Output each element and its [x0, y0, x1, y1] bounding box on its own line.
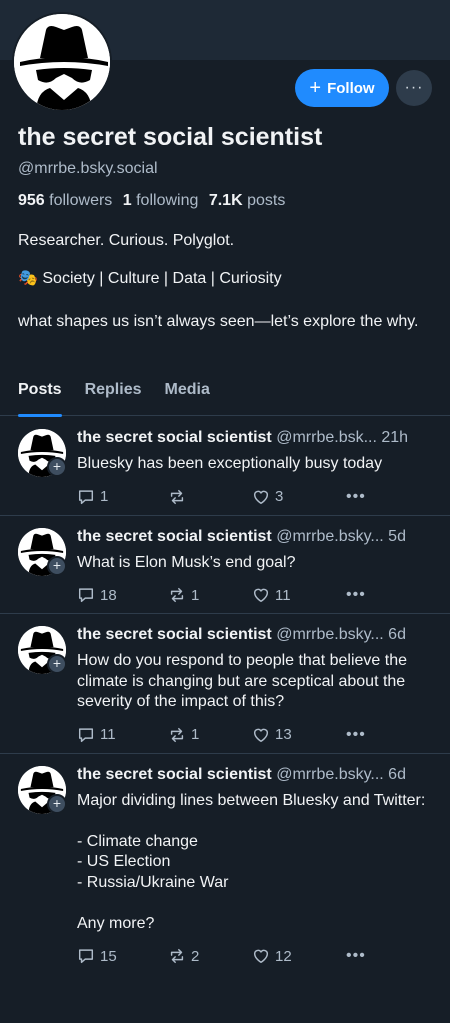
- bio-line: what shapes us isn’t always seen—let’s e…: [18, 313, 419, 330]
- post-text: Bluesky has been exceptionally busy toda…: [77, 455, 383, 472]
- repost-button[interactable]: [168, 488, 252, 506]
- ellipsis-icon: ···: [404, 79, 424, 96]
- followers-label: followers: [49, 192, 113, 209]
- post-handle-time: @mrrbe.bsky... 6d: [276, 765, 406, 783]
- post-handle-time: @mrrbe.bsky... 5d: [276, 527, 406, 545]
- post-more-icon[interactable]: •••: [346, 947, 366, 965]
- post-more-icon[interactable]: •••: [346, 488, 366, 506]
- follow-plus-icon[interactable]: +: [47, 457, 67, 477]
- heart-icon: [253, 728, 269, 742]
- reply-icon: [78, 588, 94, 603]
- post-handle-time: @mrrbe.bsky... 6d: [276, 626, 406, 643]
- reply-icon: [78, 727, 94, 742]
- follow-plus-icon[interactable]: +: [47, 793, 67, 814]
- post-actions: 1 3 •••: [77, 479, 436, 515]
- tab-media[interactable]: Media: [165, 372, 210, 416]
- like-count: 3: [275, 488, 284, 505]
- reply-count: 1: [100, 488, 109, 505]
- post-header: the secret social scientist @mrrbe.bsk..…: [77, 429, 436, 451]
- like-count: 11: [275, 586, 291, 604]
- like-button[interactable]: 12: [252, 947, 346, 965]
- post-item[interactable]: + the secret social scientist @mrrbe.bsk…: [0, 614, 450, 754]
- posts-count: 7.1K: [208, 192, 243, 209]
- heart-icon: [253, 588, 269, 603]
- posts-stat: 7.1K posts: [209, 192, 286, 209]
- reply-button[interactable]: 1: [77, 488, 168, 506]
- followers-count: 956: [18, 192, 45, 209]
- repost-icon: [170, 587, 184, 603]
- profile-display-name: the secret social scientist: [18, 123, 323, 151]
- bio-line: Researcher. Curious. Polyglot.: [18, 232, 235, 249]
- reply-count: 11: [100, 726, 116, 743]
- post-text: What is Elon Musk’s end goal?: [77, 553, 296, 571]
- post-actions: 15 2 12 •••: [77, 938, 436, 974]
- followers-link[interactable]: 956 followers: [18, 192, 112, 209]
- post-header: the secret social scientist @mrrbe.bsky.…: [77, 626, 436, 648]
- like-count: 13: [275, 726, 292, 743]
- repost-button[interactable]: 1: [168, 586, 252, 604]
- follow-plus-icon[interactable]: +: [47, 555, 67, 576]
- follow-button[interactable]: + Follow: [295, 69, 389, 107]
- following-count: 1: [122, 192, 132, 209]
- post-item[interactable]: + the secret social scientist @mrrbe.bsk…: [0, 516, 450, 614]
- following-label: following: [136, 192, 199, 209]
- bio-line: 🎭 Society | Culture | Data | Curiosity: [18, 270, 282, 287]
- heart-icon: [253, 490, 269, 504]
- repost-count: 1: [191, 586, 200, 604]
- reply-icon: [78, 949, 94, 964]
- like-count: 12: [275, 947, 292, 965]
- post-more-icon[interactable]: •••: [346, 726, 366, 744]
- like-button[interactable]: 3: [252, 488, 346, 506]
- post-actions: 18 1 11 •••: [77, 577, 436, 613]
- posts-label: posts: [247, 192, 286, 209]
- post-author[interactable]: the secret social scientist: [77, 528, 272, 545]
- profile-stats: 956 followers 1 following 7.1K posts: [18, 192, 285, 210]
- post-header: the secret social scientist @mrrbe.bsky.…: [77, 528, 436, 550]
- post-more-icon[interactable]: •••: [346, 586, 366, 604]
- like-button[interactable]: 11: [252, 586, 346, 604]
- repost-count: 1: [191, 726, 200, 743]
- profile-tabs: Posts Replies Media: [0, 372, 450, 417]
- reply-button[interactable]: 11: [77, 726, 168, 744]
- post-text: Major dividing lines between Bluesky and…: [77, 791, 426, 932]
- heart-icon: [253, 949, 269, 964]
- profile-handle: @mrrbe.bsky.social: [18, 160, 158, 177]
- reply-count: 18: [100, 586, 117, 604]
- post-feed: + the secret social scientist @mrrbe.bsk…: [0, 417, 450, 974]
- post-author[interactable]: the secret social scientist: [77, 429, 272, 446]
- reply-count: 15: [100, 947, 117, 965]
- repost-button[interactable]: 2: [168, 947, 252, 965]
- reply-button[interactable]: 18: [77, 586, 168, 604]
- reply-icon: [78, 489, 94, 504]
- follow-plus-icon[interactable]: +: [47, 654, 67, 674]
- post-author[interactable]: the secret social scientist: [77, 766, 272, 783]
- repost-icon: [170, 727, 184, 742]
- repost-icon: [170, 948, 184, 964]
- profile-avatar[interactable]: [12, 12, 112, 112]
- tab-posts[interactable]: Posts: [18, 372, 62, 417]
- repost-icon: [170, 489, 184, 504]
- incognito-avatar-icon: [14, 14, 110, 110]
- post-item[interactable]: + the secret social scientist @mrrbe.bsk…: [0, 754, 450, 975]
- plus-icon: +: [309, 77, 322, 99]
- post-handle-time: @mrrbe.bsk... 21h: [276, 429, 409, 446]
- following-link[interactable]: 1 following: [123, 192, 199, 209]
- reply-button[interactable]: 15: [77, 947, 168, 965]
- tab-replies[interactable]: Replies: [85, 372, 142, 416]
- post-header: the secret social scientist @mrrbe.bsky.…: [77, 766, 436, 788]
- post-author[interactable]: the secret social scientist: [77, 626, 272, 643]
- follow-button-label: Follow: [327, 79, 375, 97]
- post-actions: 11 1 13 •••: [77, 717, 436, 753]
- like-button[interactable]: 13: [252, 726, 346, 744]
- repost-count: 2: [191, 947, 200, 965]
- post-item[interactable]: + the secret social scientist @mrrbe.bsk…: [0, 417, 450, 516]
- post-text: How do you respond to people that believ…: [77, 652, 412, 710]
- more-options-button[interactable]: ···: [396, 70, 432, 106]
- repost-button[interactable]: 1: [168, 726, 252, 744]
